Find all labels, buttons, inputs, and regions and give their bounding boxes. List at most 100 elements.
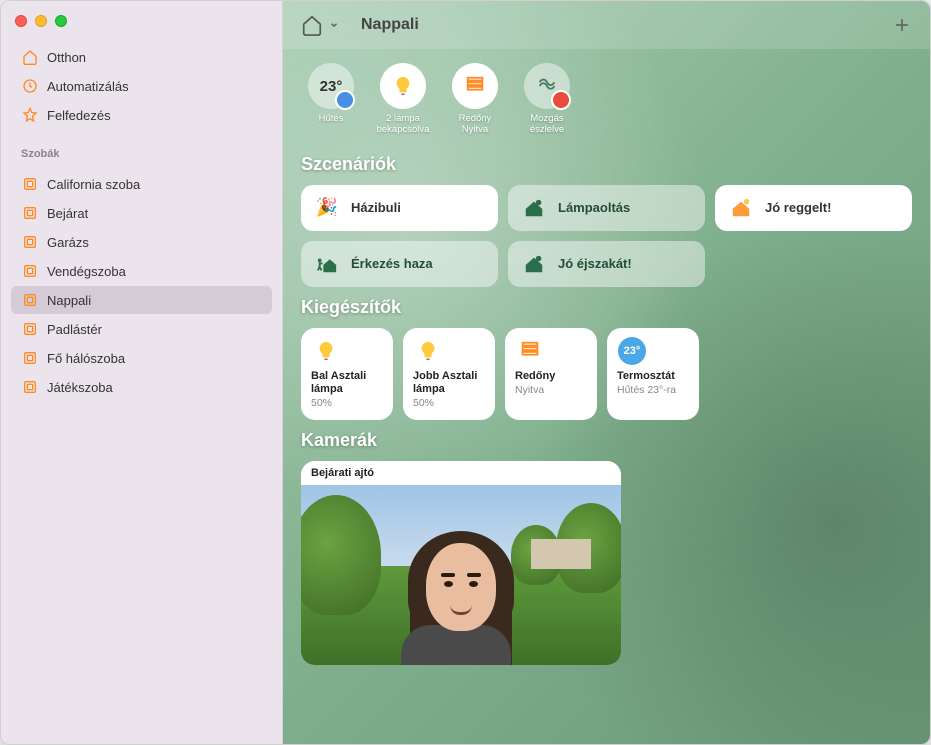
accessory-tile[interactable]: Jobb Asztali lámpa 50% bbox=[403, 328, 495, 420]
sidebar-item-automation[interactable]: Automatizálás bbox=[11, 72, 272, 100]
page-title: Nappali bbox=[361, 16, 419, 34]
sidebar-item-label: Padlástér bbox=[47, 322, 102, 337]
sidebar-item-label: Garázs bbox=[47, 235, 89, 250]
sidebar-item-room[interactable]: Padlástér bbox=[11, 315, 272, 343]
room-icon bbox=[21, 320, 39, 338]
minimize-window-button[interactable] bbox=[35, 15, 47, 27]
sidebar-item-discover[interactable]: Felfedezés bbox=[11, 101, 272, 129]
sidebar-section-header: Szobák bbox=[1, 136, 282, 164]
status-row: 23° Hűtés 2 lámpa bekapcsolva Redőny Nyi… bbox=[301, 63, 912, 136]
room-icon bbox=[21, 233, 39, 251]
content-scroll[interactable]: 23° Hűtés 2 lámpa bekapcsolva Redőny Nyi… bbox=[283, 49, 930, 744]
sidebar-item-room[interactable]: Nappali bbox=[11, 286, 272, 314]
status-circle bbox=[524, 63, 570, 109]
titlebar: Nappali bbox=[283, 1, 930, 49]
sidebar-item-room[interactable]: Bejárat bbox=[11, 199, 272, 227]
chevron-down-icon bbox=[329, 20, 339, 30]
accessory-icon bbox=[311, 336, 341, 366]
accessory-icon bbox=[515, 336, 545, 366]
scene-tile[interactable]: Lámpaoltás bbox=[508, 185, 705, 231]
sidebar-rooms: California szoba Bejárat Garázs Vendégsz… bbox=[1, 164, 282, 408]
accessory-status: 50% bbox=[413, 397, 485, 409]
sidebar-item-label: California szoba bbox=[47, 177, 140, 192]
scene-label: Érkezés haza bbox=[351, 256, 433, 271]
scenes-grid: 🎉 Házibuli Lámpaoltás Jó reggelt! Érkezé… bbox=[301, 185, 912, 287]
scene-tile[interactable]: Érkezés haza bbox=[301, 241, 498, 287]
scene-label: Jó reggelt! bbox=[765, 200, 831, 215]
close-window-button[interactable] bbox=[15, 15, 27, 27]
scene-tile[interactable]: 🎉 Házibuli bbox=[301, 185, 498, 231]
scene-label: Házibuli bbox=[351, 200, 401, 215]
sidebar-item-room[interactable]: California szoba bbox=[11, 170, 272, 198]
scene-label: Jó éjszakát! bbox=[558, 256, 632, 271]
room-icon bbox=[21, 262, 39, 280]
sidebar-item-label: Automatizálás bbox=[47, 79, 129, 94]
sidebar-item-label: Bejárat bbox=[47, 206, 88, 221]
scene-label: Lámpaoltás bbox=[558, 200, 630, 215]
accessory-tile[interactable]: Redőny Nyitva bbox=[505, 328, 597, 420]
sidebar-item-room[interactable]: Fő hálószoba bbox=[11, 344, 272, 372]
accessory-tile[interactable]: 23° Termosztát Hűtés 23°-ra bbox=[607, 328, 699, 420]
accessory-tile[interactable]: Bal Asztali lámpa 50% bbox=[301, 328, 393, 420]
scene-icon bbox=[522, 252, 546, 276]
status-circle: 23° bbox=[308, 63, 354, 109]
accessory-icon: 23° bbox=[617, 336, 647, 366]
room-icon bbox=[21, 378, 39, 396]
room-icon bbox=[21, 175, 39, 193]
accessory-status: 50% bbox=[311, 397, 383, 409]
accessory-status: Nyitva bbox=[515, 384, 587, 396]
status-chip[interactable]: 2 lámpa bekapcsolva bbox=[373, 63, 433, 136]
sidebar-item-room[interactable]: Garázs bbox=[11, 228, 272, 256]
status-chip[interactable]: Mozgás észlelve bbox=[517, 63, 577, 136]
sidebar-item-label: Nappali bbox=[47, 293, 91, 308]
traffic-lights bbox=[1, 1, 282, 37]
camera-tile[interactable]: Bejárati ajtó bbox=[301, 461, 621, 665]
sidebar-item-room[interactable]: Vendégszoba bbox=[11, 257, 272, 285]
accessory-icon bbox=[413, 336, 443, 366]
status-chip[interactable]: Redőny Nyitva bbox=[445, 63, 505, 136]
sidebar: Otthon Automatizálás Felfedezés Szobák C… bbox=[1, 1, 283, 744]
section-title-cameras: Kamerák bbox=[301, 430, 912, 451]
status-circle bbox=[380, 63, 426, 109]
accessory-name: Redőny bbox=[515, 370, 587, 383]
sidebar-item-label: Felfedezés bbox=[47, 108, 111, 123]
status-circle bbox=[452, 63, 498, 109]
sidebar-item-home[interactable]: Otthon bbox=[11, 43, 272, 71]
room-icon bbox=[21, 204, 39, 222]
accessories-grid: Bal Asztali lámpa 50% Jobb Asztali lámpa… bbox=[301, 328, 912, 420]
sidebar-item-label: Fő hálószoba bbox=[47, 351, 125, 366]
star-icon bbox=[21, 106, 39, 124]
clock-icon bbox=[21, 77, 39, 95]
sidebar-item-room[interactable]: Játékszoba bbox=[11, 373, 272, 401]
accessory-name: Bal Asztali lámpa bbox=[311, 370, 383, 396]
app-window: Otthon Automatizálás Felfedezés Szobák C… bbox=[0, 0, 931, 745]
main-content: Nappali 23° Hűtés 2 lámpa bekapcsolva Re… bbox=[283, 1, 930, 744]
room-icon bbox=[21, 349, 39, 367]
sidebar-item-label: Játékszoba bbox=[47, 380, 113, 395]
accessory-name: Jobb Asztali lámpa bbox=[413, 370, 485, 396]
scene-icon bbox=[522, 196, 546, 220]
sidebar-item-label: Vendégszoba bbox=[47, 264, 126, 279]
camera-feed bbox=[301, 485, 621, 665]
scene-icon bbox=[729, 196, 753, 220]
status-label: 2 lámpa bekapcsolva bbox=[373, 113, 433, 136]
room-icon bbox=[21, 291, 39, 309]
camera-name: Bejárati ajtó bbox=[301, 461, 621, 485]
scene-tile[interactable]: Jó reggelt! bbox=[715, 185, 912, 231]
scene-icon: 🎉 bbox=[315, 196, 339, 220]
section-title-accessories: Kiegészítők bbox=[301, 297, 912, 318]
sidebar-nav: Otthon Automatizálás Felfedezés bbox=[1, 37, 282, 136]
home-selector[interactable] bbox=[299, 12, 339, 38]
home-icon bbox=[21, 48, 39, 66]
accessory-status: Hűtés 23°-ra bbox=[617, 384, 689, 396]
add-button[interactable] bbox=[890, 13, 914, 37]
home-icon bbox=[299, 12, 325, 38]
section-title-scenes: Szcenáriók bbox=[301, 154, 912, 175]
accessory-name: Termosztát bbox=[617, 370, 689, 383]
fullscreen-window-button[interactable] bbox=[55, 15, 67, 27]
status-chip[interactable]: 23° Hűtés bbox=[301, 63, 361, 136]
status-label: Hűtés bbox=[319, 113, 344, 124]
scene-icon bbox=[315, 252, 339, 276]
status-label: Redőny Nyitva bbox=[445, 113, 505, 136]
scene-tile[interactable]: Jó éjszakát! bbox=[508, 241, 705, 287]
